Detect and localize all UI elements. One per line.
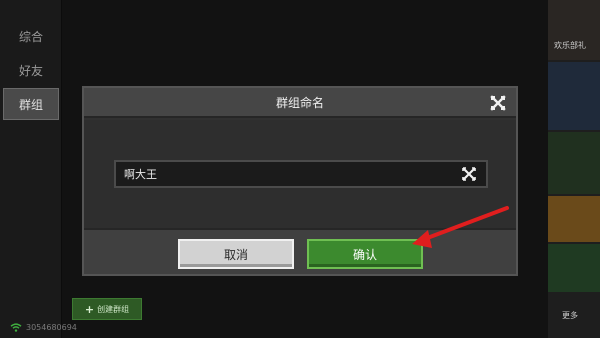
sidebar-item-overview[interactable]: 综合 [3,20,59,52]
promo-thumbnail[interactable] [548,244,600,292]
sidebar-item-groups[interactable]: 群组 [3,88,59,120]
wifi-icon [10,323,22,332]
player-id-text: 3054680694 [26,323,77,332]
confirm-button[interactable]: 确认 [307,239,423,269]
clear-input-icon[interactable] [462,167,476,181]
cancel-button[interactable]: 取消 [178,239,294,269]
close-icon[interactable] [490,95,506,111]
promo-thumbnail[interactable] [548,0,600,60]
dialog-header: 群组命名 [84,88,516,118]
dialog-footer: 取消 确认 [84,228,516,274]
promo-thumbnail[interactable] [548,196,600,242]
app-screen: 综合 好友 群组 欢乐部礼 更多 + 创建群组 3054680694 群组命名 [0,0,600,338]
group-name-dialog: 群组命名 啊大王 取消 确认 [82,86,518,276]
sidebar-item-friends[interactable]: 好友 [3,54,59,86]
status-bar: 3054680694 [10,323,77,332]
promo-thumbnail[interactable] [548,62,600,130]
sidebar: 综合 好友 群组 [0,0,62,338]
dialog-body: 啊大王 [84,120,516,228]
create-group-label: 创建群组 [97,304,130,314]
plus-icon: + [84,302,95,316]
create-group-button[interactable]: + 创建群组 [72,298,142,320]
dialog-title: 群组命名 [275,95,324,110]
group-name-input[interactable]: 啊大王 [114,160,488,188]
promo-label: 欢乐部礼 [554,41,586,50]
promo-thumbnail[interactable] [548,132,600,194]
right-side-panel: 欢乐部礼 更多 [548,0,600,338]
group-name-value: 啊大王 [124,168,157,181]
more-label[interactable]: 更多 [562,310,578,321]
